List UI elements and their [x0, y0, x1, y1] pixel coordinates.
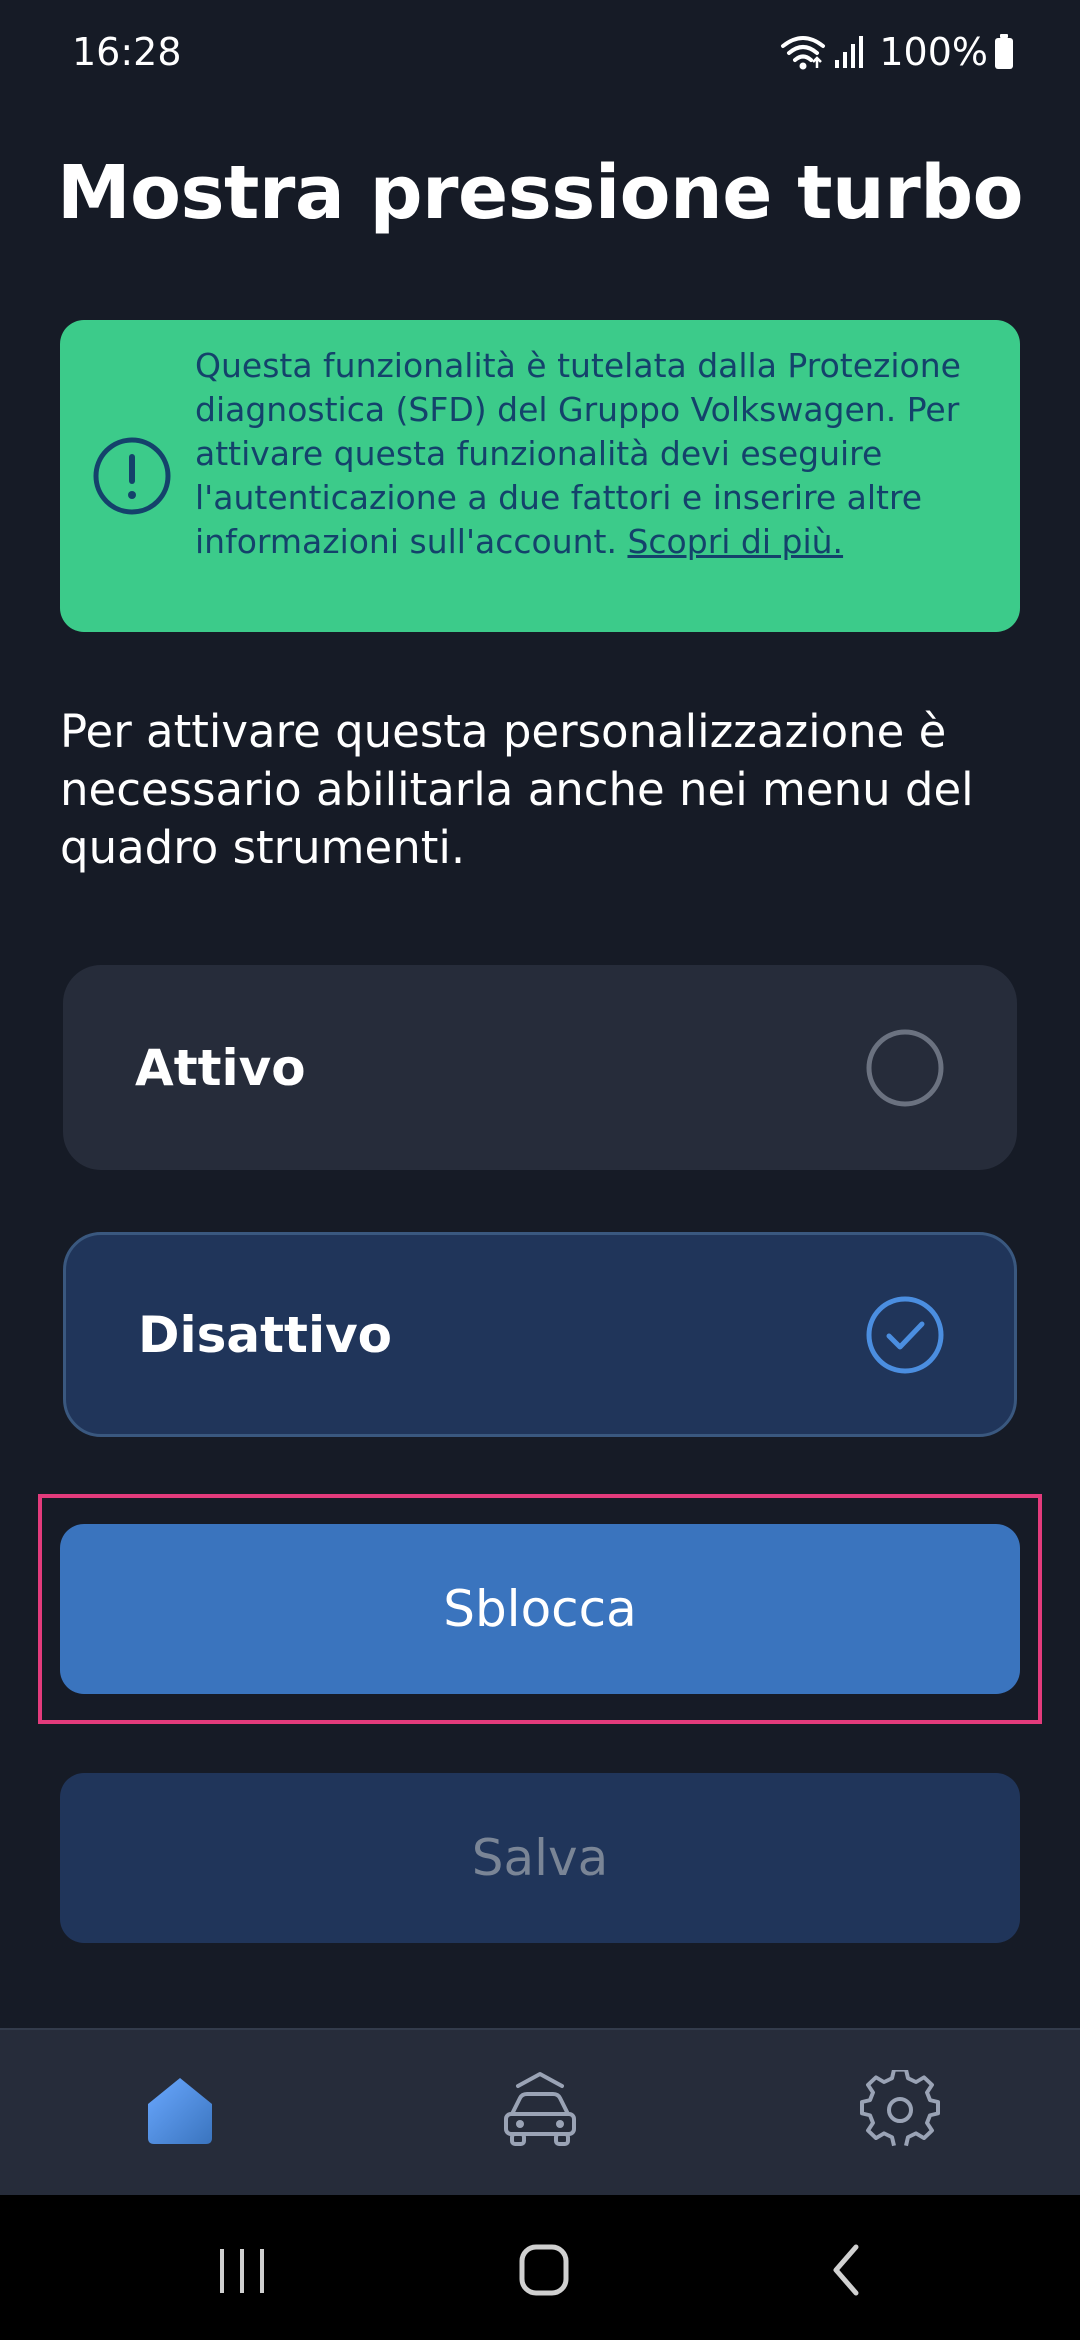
description-text: Per attivare questa personalizzazione è … — [60, 705, 974, 874]
battery-icon — [994, 34, 1014, 70]
option-disattivo[interactable]: Disattivo — [63, 1232, 1017, 1437]
signal-icon — [833, 34, 867, 70]
status-icons: 100% — [779, 30, 1014, 74]
back-icon[interactable] — [808, 2235, 888, 2305]
status-bar: 16:28 100% — [0, 0, 1080, 105]
option-label: Attivo — [135, 1038, 306, 1097]
system-navigation-bar — [0, 2195, 1080, 2340]
sfd-info-banner: Questa funzionalità è tutelata dalla Pro… — [60, 320, 1020, 632]
option-label: Disattivo — [138, 1305, 393, 1364]
battery-percentage: 100% — [879, 30, 988, 74]
recents-icon[interactable] — [202, 2235, 282, 2305]
status-time: 16:28 — [72, 30, 182, 74]
wifi-icon — [779, 32, 827, 72]
home-icon[interactable] — [140, 2070, 220, 2150]
option-attivo[interactable]: Attivo — [63, 965, 1017, 1170]
save-button[interactable]: Salva — [60, 1773, 1020, 1943]
home-circle-icon[interactable] — [504, 2235, 584, 2305]
unlock-button[interactable]: Sblocca — [60, 1524, 1020, 1694]
gear-icon[interactable] — [860, 2067, 940, 2150]
bottom-navigation — [0, 2028, 1080, 2195]
info-banner-text: Questa funzionalità è tutelata dalla Pro… — [195, 344, 1005, 564]
page-title: Mostra pressione turbo — [56, 150, 1024, 236]
radio-unchecked-icon[interactable] — [865, 1028, 945, 1108]
learn-more-link[interactable]: Scopri di più. — [627, 522, 843, 561]
info-exclamation-icon — [92, 436, 172, 516]
info-banner-message: Questa funzionalità è tutelata dalla Pro… — [195, 346, 961, 561]
car-icon[interactable] — [500, 2070, 580, 2150]
radio-checked-icon[interactable] — [865, 1295, 945, 1375]
